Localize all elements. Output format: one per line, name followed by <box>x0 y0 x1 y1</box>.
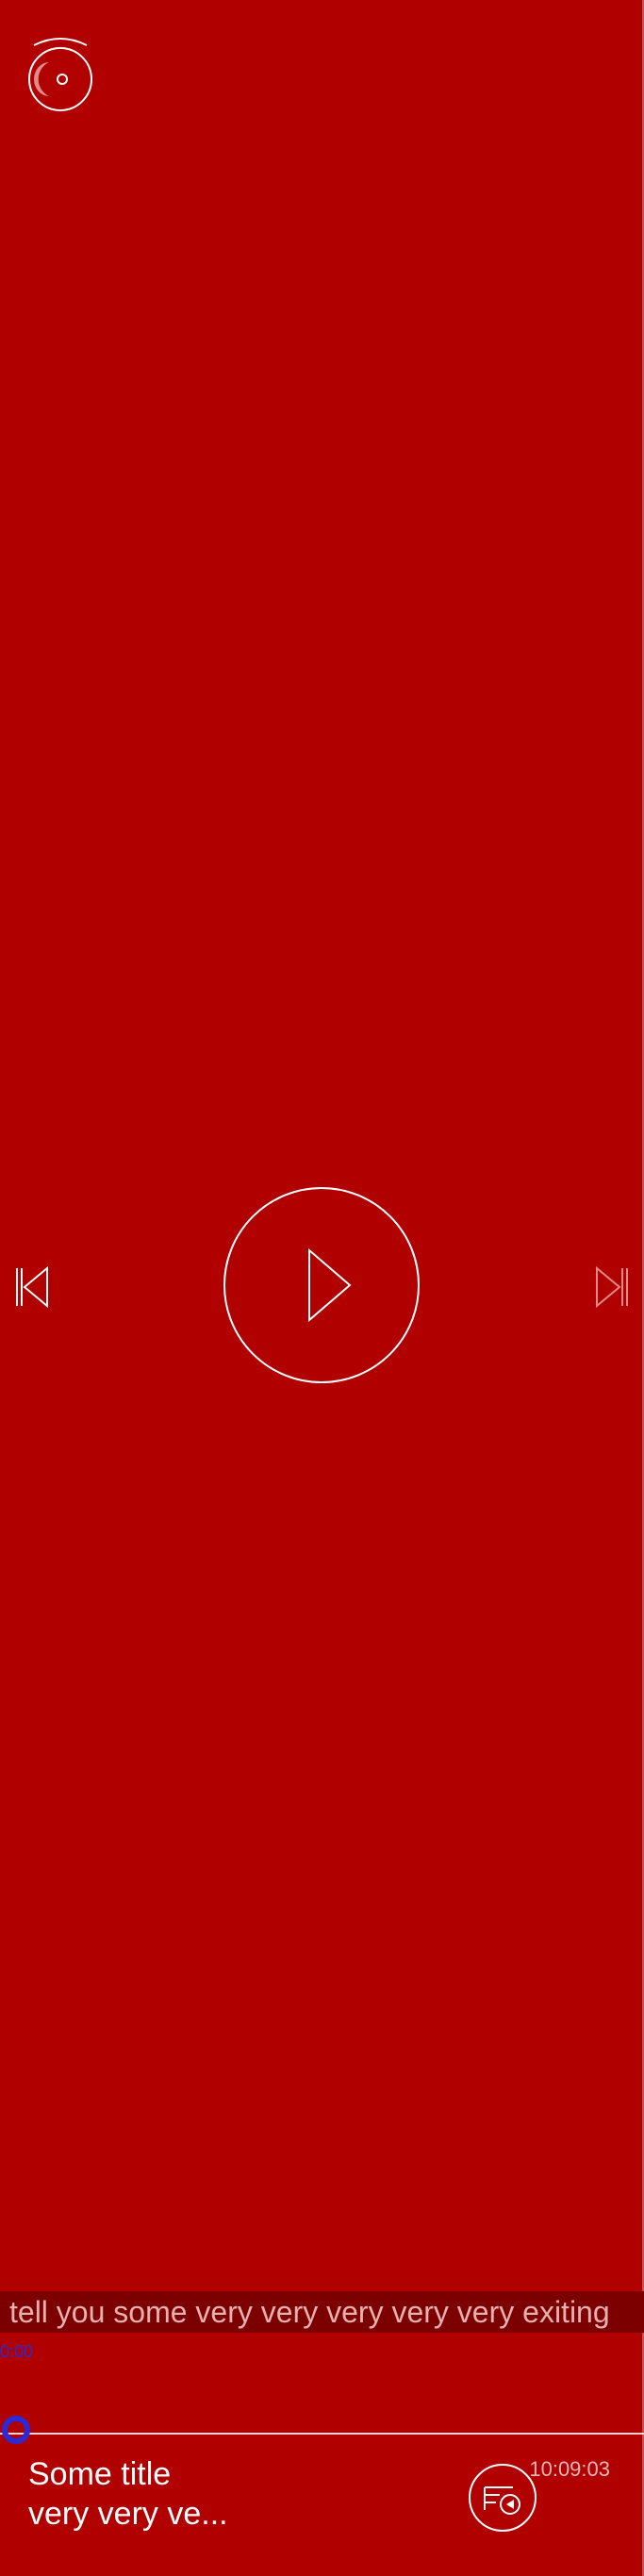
skip-previous-icon[interactable] <box>11 1263 53 1311</box>
transport-controls <box>0 1186 644 1386</box>
track-title: Some title <box>28 2456 172 2492</box>
elapsed-time: 0:00 <box>0 2342 34 2361</box>
caption-text: tell you some very very very very very e… <box>9 2295 610 2329</box>
playlist-play-icon[interactable] <box>468 2463 537 2533</box>
skip-next-icon[interactable] <box>591 1263 633 1311</box>
play-icon <box>308 1247 352 1323</box>
duration-time: 10:09:03 <box>529 2457 610 2481</box>
disc-icon[interactable] <box>26 36 94 113</box>
caption-marquee: tell you some very very very very very e… <box>0 2291 644 2333</box>
play-button[interactable] <box>223 1186 421 1384</box>
progress-track[interactable] <box>0 2433 644 2435</box>
player-screen: tell you some very very very very very e… <box>0 0 644 2576</box>
track-subtitle: very very ve... <box>28 2496 228 2532</box>
progress-knob[interactable] <box>2 2416 30 2444</box>
